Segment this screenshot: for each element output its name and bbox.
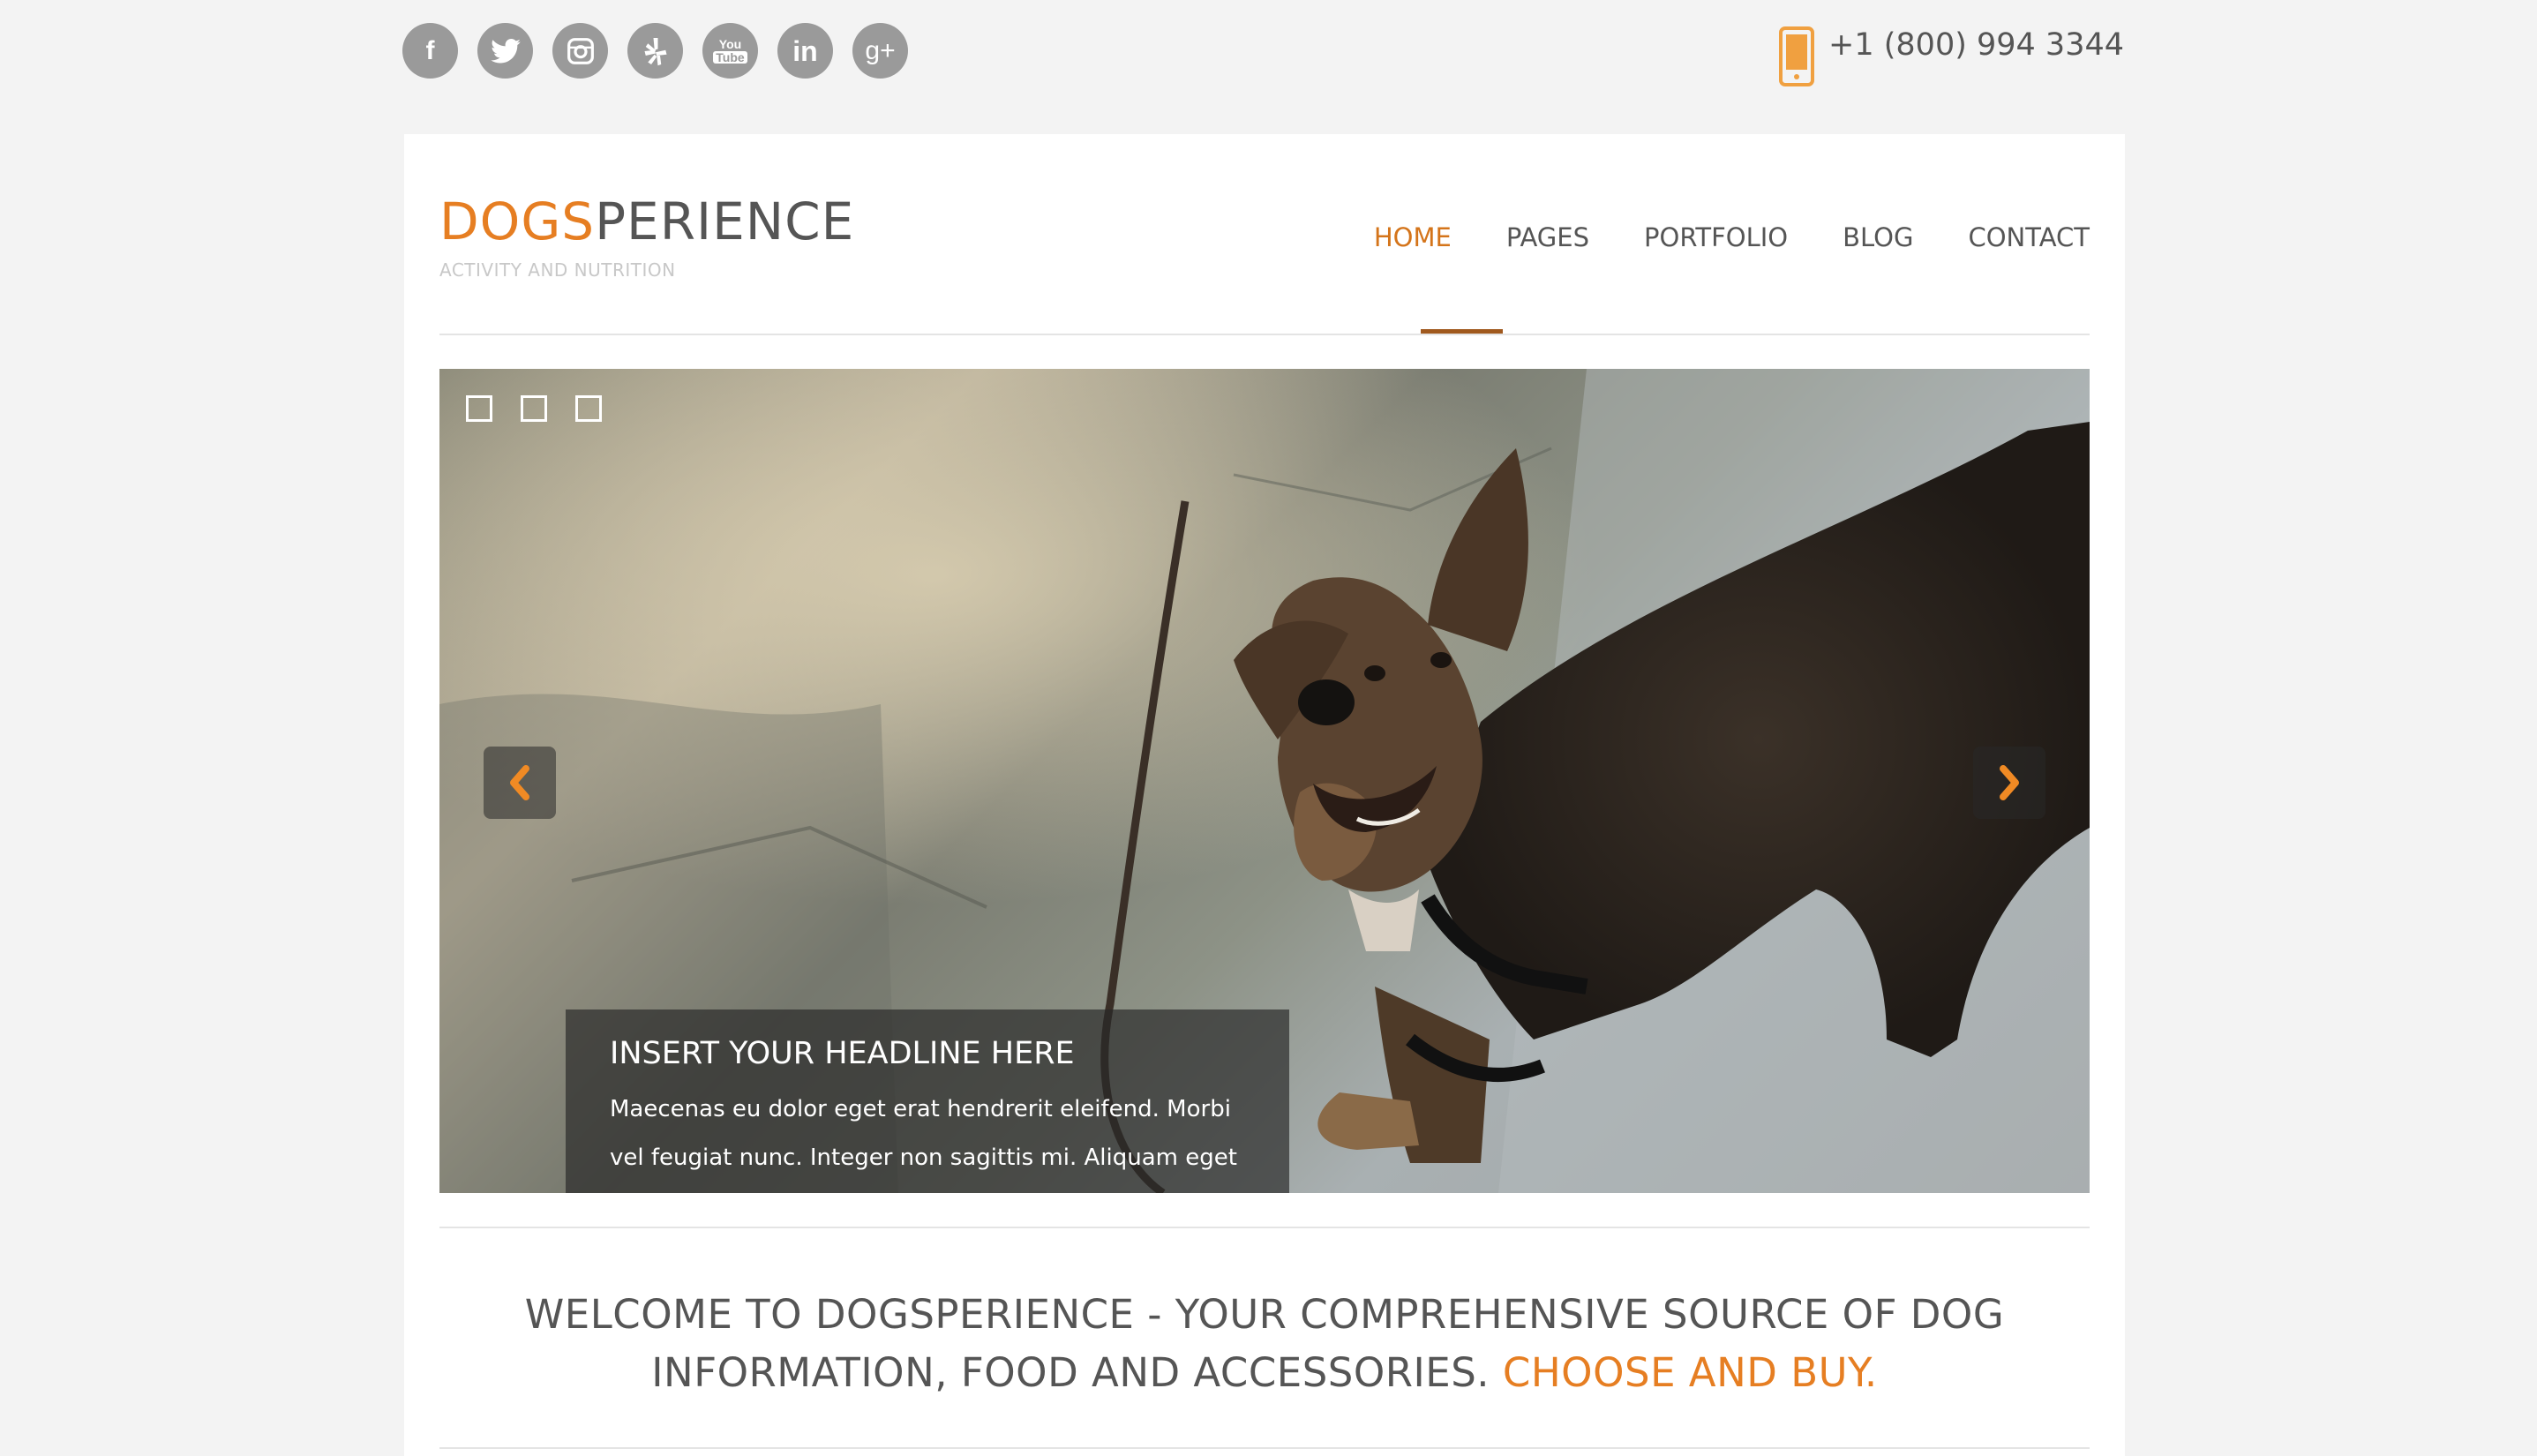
slide-headline: INSERT YOUR HEADLINE HERE — [610, 1036, 1075, 1071]
main-card: DOGSPERIENCE ACTIVITY AND NUTRITION HOME… — [404, 134, 2125, 1456]
facebook-icon[interactable]: f — [402, 23, 458, 79]
slider-divider — [439, 1227, 2090, 1228]
slide-text: Maecenas eu dolor eget erat hendrerit el… — [610, 1096, 1237, 1171]
slide-caption: INSERT YOUR HEADLINE HERE Maecenas eu do… — [566, 1009, 1289, 1193]
chevron-right-icon — [2000, 765, 2019, 800]
phone-icon — [1779, 26, 1815, 86]
nav-pages[interactable]: PAGES — [1506, 222, 1589, 252]
site-logo[interactable]: DOGSPERIENCE ACTIVITY AND NUTRITION — [439, 196, 854, 281]
instagram-icon[interactable] — [552, 23, 608, 79]
slider-next-button[interactable] — [1973, 747, 2045, 819]
nav-blog[interactable]: BLOG — [1843, 222, 1913, 252]
welcome-cta[interactable]: CHOOSE AND BUY. — [1503, 1349, 1878, 1396]
slide-dot-2[interactable] — [521, 395, 547, 422]
phone-contact: +1 (800) 994 3344 — [1779, 23, 2124, 86]
hero-slider[interactable]: INSERT YOUR HEADLINE HERE Maecenas eu do… — [439, 369, 2090, 1193]
yelp-icon[interactable] — [627, 23, 683, 79]
logo-text: DOGSPERIENCE — [439, 191, 855, 251]
chevron-left-icon — [510, 765, 529, 800]
welcome-divider — [439, 1447, 2090, 1449]
header-divider — [439, 334, 2090, 335]
main-nav: HOME PAGES PORTFOLIO BLOG CONTACT — [1374, 222, 2090, 252]
slide-dot-3[interactable] — [575, 395, 602, 422]
phone-number[interactable]: +1 (800) 994 3344 — [1828, 23, 2124, 67]
slide-indicators — [466, 395, 602, 422]
linkedin-icon[interactable]: in — [777, 23, 833, 79]
slide-dot-1[interactable] — [466, 395, 492, 422]
google-plus-icon[interactable]: g+ — [852, 23, 908, 79]
welcome-heading: WELCOME TO DOGSPERIENCE - YOUR COMPREHEN… — [439, 1286, 2090, 1402]
youtube-icon[interactable]: You Tube — [702, 23, 758, 79]
twitter-icon[interactable] — [477, 23, 533, 79]
nav-home[interactable]: HOME — [1374, 222, 1452, 252]
nav-portfolio[interactable]: PORTFOLIO — [1644, 222, 1788, 252]
slider-prev-button[interactable] — [484, 747, 556, 819]
social-links: f You Tube in g+ — [402, 23, 908, 79]
nav-contact[interactable]: CONTACT — [1968, 222, 2090, 252]
logo-tagline: ACTIVITY AND NUTRITION — [439, 259, 676, 281]
